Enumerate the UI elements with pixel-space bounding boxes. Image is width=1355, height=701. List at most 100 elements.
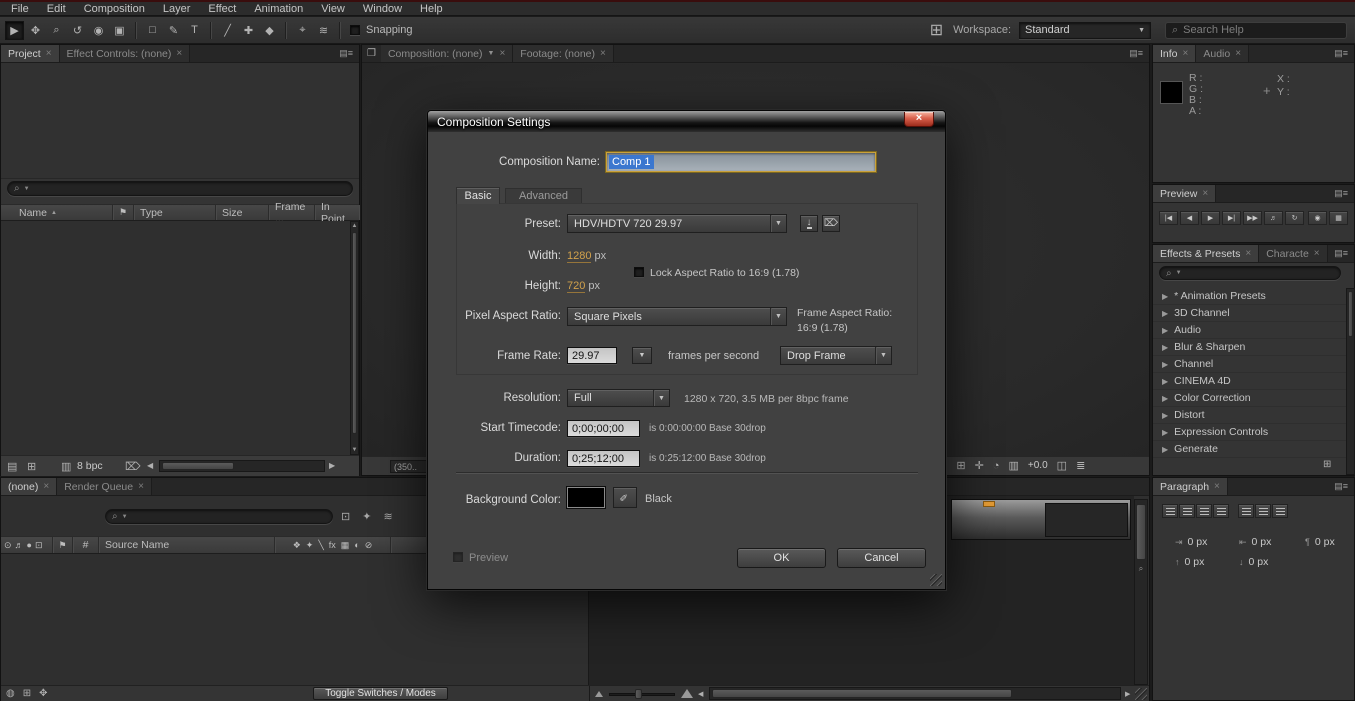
type-tool-icon[interactable]: T xyxy=(185,21,204,40)
snapping-checkbox[interactable] xyxy=(350,25,360,35)
play-button[interactable]: ▶ xyxy=(1201,211,1220,225)
save-preset-button[interactable]: ↓ xyxy=(800,215,818,232)
list-item[interactable]: ▶ CINEMA 4D xyxy=(1153,373,1346,390)
first-frame-button[interactable]: |◀ xyxy=(1159,211,1178,225)
tab-composition[interactable]: Composition: (none) ▼ × xyxy=(380,45,514,62)
tab-paragraph[interactable]: Paragraph × xyxy=(1153,478,1228,495)
dialog-close-button[interactable]: × xyxy=(904,112,934,127)
tab-audio[interactable]: Audio × xyxy=(1196,45,1250,62)
frame-rate-input[interactable]: 29.97 xyxy=(567,347,617,364)
column-name[interactable]: Name ▲ xyxy=(1,205,113,220)
scrollbar-thumb[interactable] xyxy=(1348,291,1353,337)
effects-switch-icon[interactable]: fx xyxy=(329,540,336,550)
puppet-pin-tool-icon[interactable]: ⌖ xyxy=(293,21,312,40)
toggle-switches-modes-button[interactable]: Toggle Switches / Modes xyxy=(313,687,448,700)
bit-depth-button[interactable]: 8 bpc xyxy=(77,460,103,472)
pen-tool-icon[interactable]: ✎ xyxy=(164,21,183,40)
scroll-left-icon[interactable]: ◀ xyxy=(147,461,153,470)
align-left-button[interactable] xyxy=(1162,504,1178,518)
roto-brush-tool-icon[interactable]: ≋ xyxy=(314,21,333,40)
scroll-down-icon[interactable]: ▼ xyxy=(351,447,358,453)
close-icon[interactable]: × xyxy=(43,481,49,492)
zoom-out-mountain-icon[interactable] xyxy=(595,691,603,697)
work-area-marker[interactable] xyxy=(983,501,995,507)
composition-mini-flowchart-icon[interactable]: ⊡ xyxy=(341,510,350,523)
label-column[interactable]: ⚑ xyxy=(53,537,73,553)
panel-menu-icon[interactable]: ▤≡ xyxy=(1328,481,1354,492)
previous-frame-button[interactable]: ◀ xyxy=(1180,211,1199,225)
expand-icon[interactable]: ▶ xyxy=(1162,428,1168,437)
eraser-tool-icon[interactable]: ◆ xyxy=(260,21,279,40)
list-item[interactable]: ▶ Color Correction xyxy=(1153,390,1346,407)
close-icon[interactable]: × xyxy=(1183,48,1189,59)
scrollbar-thumb[interactable] xyxy=(1136,504,1146,560)
scrollbar-thumb[interactable] xyxy=(352,232,357,434)
project-search-input[interactable]: ⌕ ▼ xyxy=(7,181,353,196)
ok-button[interactable]: OK xyxy=(737,548,826,568)
height-hot-value[interactable]: 720 xyxy=(567,280,586,293)
cancel-button[interactable]: Cancel xyxy=(837,548,926,568)
tab-footage[interactable]: Footage: (none) × xyxy=(513,45,614,62)
project-vertical-scrollbar[interactable]: ▲ ▼ xyxy=(350,221,359,455)
chevron-down-icon[interactable]: ▼ xyxy=(488,50,495,57)
next-frame-button[interactable]: ▶| xyxy=(1222,211,1241,225)
close-icon[interactable]: × xyxy=(46,48,52,59)
first-line-indent-field[interactable]: ¶ 0 px xyxy=(1305,536,1335,548)
time-navigator[interactable] xyxy=(951,499,1131,540)
panel-menu-icon[interactable]: ▤≡ xyxy=(1123,48,1149,59)
last-frame-button[interactable]: ▶▶ xyxy=(1243,211,1262,225)
justify-last-center-button[interactable] xyxy=(1238,504,1254,518)
timeline-search-input[interactable]: ⌕ ▼ xyxy=(105,509,333,524)
lock-icon[interactable]: ⊡ xyxy=(35,540,43,551)
grid-options-icon[interactable]: ◫ xyxy=(1057,459,1067,472)
justify-all-button[interactable] xyxy=(1272,504,1288,518)
project-item-list[interactable] xyxy=(1,221,350,455)
help-search-input[interactable]: ⌕ Search Help xyxy=(1165,21,1347,39)
close-icon[interactable]: × xyxy=(1202,188,1208,199)
width-hot-value[interactable]: 1280 xyxy=(567,250,592,263)
channel-view-icon[interactable]: ▥ xyxy=(1009,459,1019,472)
menu-edit[interactable]: Edit xyxy=(38,2,75,16)
list-item[interactable]: ▶ Expression Controls xyxy=(1153,424,1346,441)
list-item[interactable]: ▶ Audio xyxy=(1153,322,1346,339)
menu-animation[interactable]: Animation xyxy=(245,2,312,16)
menu-window[interactable]: Window xyxy=(354,2,411,16)
menu-composition[interactable]: Composition xyxy=(75,2,154,16)
motion-blur-switch-icon[interactable]: ◐ xyxy=(354,540,359,550)
adjustment-layer-icon[interactable]: ⊘ xyxy=(365,540,373,551)
list-item[interactable]: ▶ Channel xyxy=(1153,356,1346,373)
column-label-color[interactable]: ⚑ xyxy=(113,205,134,220)
menu-layer[interactable]: Layer xyxy=(154,2,200,16)
zoom-tool-icon[interactable]: ⌕ xyxy=(47,21,66,40)
column-frame[interactable]: Frame ... xyxy=(269,201,315,225)
pixel-aspect-ratio-dropdown[interactable]: Square Pixels ▼ xyxy=(567,307,787,326)
preview-options-icon[interactable]: ▦ xyxy=(1329,211,1348,225)
selection-tool-icon[interactable]: ▶ xyxy=(5,20,24,40)
close-icon[interactable]: × xyxy=(1235,48,1241,59)
expand-icon[interactable]: ▶ xyxy=(1162,360,1168,369)
effects-vertical-scrollbar[interactable] xyxy=(1346,288,1355,475)
expand-icon[interactable]: ▶ xyxy=(1162,394,1168,403)
eyedropper-button[interactable]: ✎ xyxy=(613,487,637,508)
close-icon[interactable]: × xyxy=(499,48,505,59)
ram-preview-button[interactable]: ◉ xyxy=(1308,211,1327,225)
view-layout-icon[interactable]: ≣ xyxy=(1076,459,1085,472)
preview-checkbox[interactable] xyxy=(453,552,463,562)
project-settings-icon[interactable]: ▥ xyxy=(61,460,71,473)
rotation-tool-icon[interactable]: ↺ xyxy=(68,21,87,40)
column-type[interactable]: Type xyxy=(134,205,216,220)
exposure-offset-value[interactable]: +0.0 xyxy=(1028,460,1048,471)
zoom-region-icon[interactable]: ⌕ xyxy=(1135,564,1147,574)
scrollbar-thumb[interactable] xyxy=(162,462,234,470)
duration-input[interactable]: 0;25;12;00 xyxy=(567,450,640,467)
expand-icon[interactable]: ▶ xyxy=(1162,309,1168,318)
close-icon[interactable]: × xyxy=(1314,248,1320,259)
lock-aspect-checkbox[interactable] xyxy=(634,267,644,277)
scroll-right-icon[interactable]: ▶ xyxy=(1125,690,1130,698)
close-icon[interactable]: × xyxy=(1214,481,1220,492)
column-in-point[interactable]: In Point xyxy=(315,201,359,225)
workspace-dropdown[interactable]: Standard ▼ xyxy=(1019,21,1151,39)
safe-margins-icon[interactable]: ⊞ xyxy=(956,459,965,472)
resize-grip[interactable] xyxy=(1135,688,1147,700)
list-item[interactable]: ▶ * Animation Presets xyxy=(1153,288,1346,305)
